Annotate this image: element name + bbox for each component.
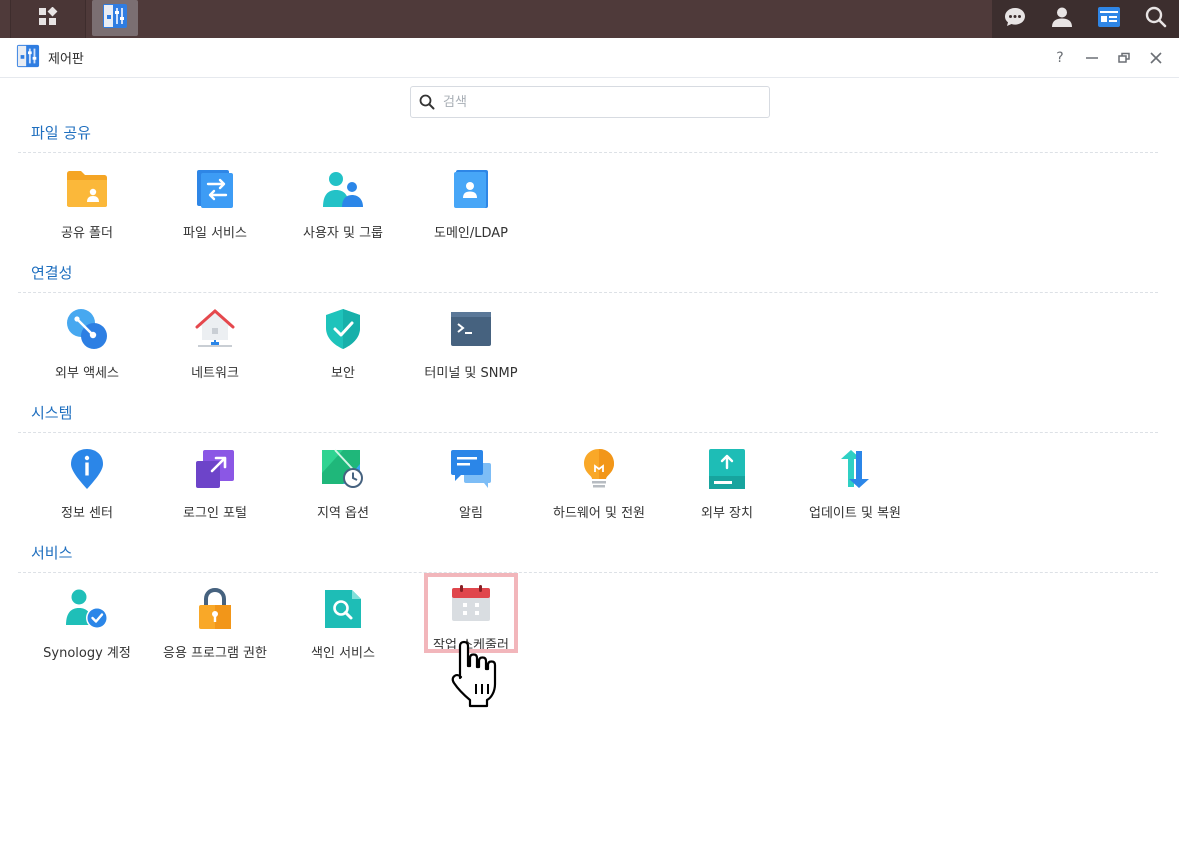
indexing-service-item[interactable]: 색인 서비스 <box>279 573 407 661</box>
lock-icon <box>192 587 238 630</box>
section-services: 서비스 Synology 계정 응용 프로그램 권한 색인 서비스 작업 스케줄… <box>18 542 1158 673</box>
section-file-sharing: 파일 공유 공유 폴더 파일 서비스 사용자 및 그룹 도메인/LDAP <box>18 122 1158 253</box>
network-item[interactable]: 네트워크 <box>151 293 279 381</box>
control-panel-app-icon <box>16 44 40 72</box>
terminal-icon <box>448 307 494 350</box>
item-label: 네트워크 <box>191 366 239 381</box>
user-group-icon <box>320 167 366 210</box>
section-title: 연결성 <box>31 264 73 282</box>
external-devices-item[interactable]: 외부 장치 <box>663 433 791 521</box>
close-icon <box>1150 52 1162 64</box>
grid-icon <box>38 6 58 31</box>
item-label: 보안 <box>331 366 355 381</box>
item-label: 응용 프로그램 권한 <box>163 646 267 661</box>
search-icon <box>419 94 435 110</box>
shared-folder-item[interactable]: 공유 폴더 <box>23 153 151 241</box>
external-access-icon <box>64 307 110 350</box>
regional-options-item[interactable]: 지역 옵션 <box>279 433 407 521</box>
info-center-item[interactable]: 정보 센터 <box>23 433 151 521</box>
item-label: 파일 서비스 <box>183 226 247 241</box>
shared-folder-icon <box>64 167 110 210</box>
security-item[interactable]: 보안 <box>279 293 407 381</box>
item-label: 정보 센터 <box>61 506 113 521</box>
item-label: 외부 장치 <box>701 506 753 521</box>
item-label: 하드웨어 및 전원 <box>553 506 645 521</box>
section-title: 시스템 <box>31 404 73 422</box>
main-menu-button[interactable] <box>10 0 86 38</box>
notification-icon <box>448 447 494 490</box>
help-button[interactable]: ? <box>1051 49 1069 67</box>
chat-icon <box>1004 6 1026 32</box>
item-label: 색인 서비스 <box>311 646 375 661</box>
widgets-button[interactable] <box>1094 4 1124 34</box>
lightbulb-icon <box>576 447 622 490</box>
regional-options-icon <box>320 447 366 490</box>
search-icon <box>1145 6 1167 32</box>
shield-icon <box>320 307 366 350</box>
synology-account-item[interactable]: Synology 계정 <box>23 573 151 661</box>
item-label: 터미널 및 SNMP <box>424 366 518 381</box>
help-icon: ? <box>1056 50 1064 66</box>
restore-button[interactable] <box>1115 49 1133 67</box>
domain-ldap-item[interactable]: 도메인/LDAP <box>407 153 535 241</box>
external-access-item[interactable]: 외부 액세스 <box>23 293 151 381</box>
item-label: 도메인/LDAP <box>433 226 509 241</box>
terminal-snmp-item[interactable]: 터미널 및 SNMP <box>407 293 535 381</box>
window-title: 제어판 <box>48 52 84 67</box>
item-label: 업데이트 및 복원 <box>809 506 901 521</box>
update-restore-icon <box>832 447 878 490</box>
file-services-item[interactable]: 파일 서비스 <box>151 153 279 241</box>
item-label: 공유 폴더 <box>61 226 113 241</box>
app-privileges-item[interactable]: 응용 프로그램 권한 <box>151 573 279 661</box>
window-titlebar: 제어판 ? <box>0 38 1179 78</box>
control-panel-app-icon <box>102 3 128 33</box>
info-center-icon <box>64 447 110 490</box>
restore-icon <box>1118 52 1130 63</box>
search-button[interactable] <box>1141 4 1171 34</box>
section-system: 시스템 정보 센터 로그인 포털 지역 옵션 알림 하드웨어 및 전원 외부 장… <box>18 402 1158 533</box>
minimize-icon <box>1086 57 1098 59</box>
taskbar-control-panel-button[interactable] <box>92 0 138 36</box>
search-box <box>410 86 770 118</box>
section-title: 서비스 <box>31 544 73 562</box>
section-connectivity: 연결성 외부 액세스 네트워크 보안 터미널 및 SNMP <box>18 262 1158 393</box>
search-input[interactable] <box>443 94 743 110</box>
item-label: 사용자 및 그룹 <box>302 226 384 241</box>
hardware-power-item[interactable]: 하드웨어 및 전원 <box>535 433 663 521</box>
item-label: Synology 계정 <box>43 646 131 661</box>
file-services-icon <box>192 167 238 210</box>
user-icon <box>1051 6 1073 32</box>
external-device-icon <box>704 447 750 490</box>
item-label: 지역 옵션 <box>317 506 369 521</box>
minimize-button[interactable] <box>1083 49 1101 67</box>
update-restore-item[interactable]: 업데이트 및 복원 <box>791 433 919 521</box>
domain-ldap-icon <box>448 167 494 210</box>
widgets-icon <box>1097 6 1121 32</box>
item-label: 외부 액세스 <box>55 366 119 381</box>
item-label: 알림 <box>459 506 483 521</box>
section-title: 파일 공유 <box>31 124 91 142</box>
synology-account-icon <box>64 587 110 630</box>
hand-cursor-icon <box>450 640 506 712</box>
indexing-service-icon <box>320 587 366 630</box>
user-button[interactable] <box>1047 4 1077 34</box>
calendar-icon <box>448 581 494 624</box>
login-portal-item[interactable]: 로그인 포털 <box>151 433 279 521</box>
item-label: 로그인 포털 <box>183 506 247 521</box>
login-portal-icon <box>192 447 238 490</box>
chat-button[interactable] <box>1000 4 1030 34</box>
taskbar <box>0 0 1179 38</box>
close-button[interactable] <box>1147 49 1165 67</box>
notification-item[interactable]: 알림 <box>407 433 535 521</box>
network-icon <box>192 307 238 350</box>
user-and-group-item[interactable]: 사용자 및 그룹 <box>279 153 407 241</box>
